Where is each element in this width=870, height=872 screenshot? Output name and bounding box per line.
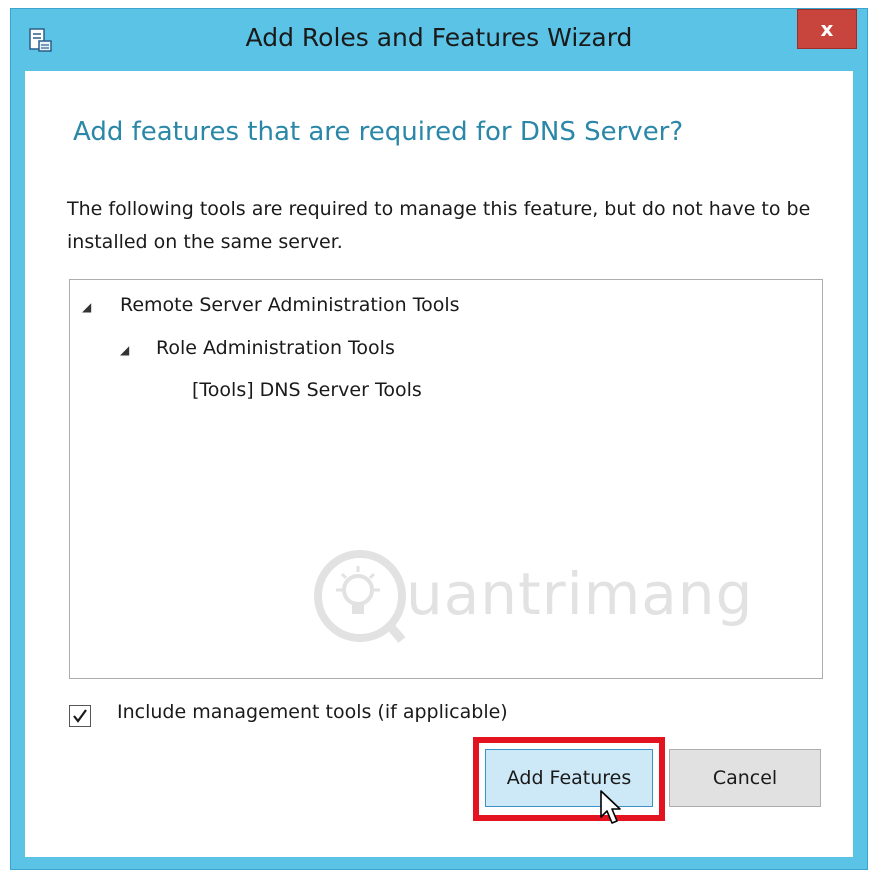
watermark-text: uantrimang bbox=[406, 560, 754, 628]
checkmark-icon bbox=[73, 709, 87, 723]
cancel-button[interactable]: Cancel bbox=[669, 749, 821, 807]
required-features-tree[interactable]: ◢ Remote Server Administration Tools ◢ R… bbox=[69, 279, 823, 679]
dialog-description: The following tools are required to mana… bbox=[67, 198, 811, 253]
include-management-tools-label[interactable]: Include management tools (if applicable) bbox=[117, 701, 508, 723]
expand-collapse-icon[interactable]: ◢ bbox=[120, 343, 129, 357]
tree-item-role-administration-tools[interactable]: Role Administration Tools bbox=[156, 337, 395, 359]
tree-item-remote-server-administration-tools[interactable]: Remote Server Administration Tools bbox=[120, 294, 460, 316]
tree-item-dns-server-tools[interactable]: [Tools] DNS Server Tools bbox=[192, 379, 422, 401]
include-management-tools-checkbox[interactable] bbox=[69, 705, 91, 727]
close-button[interactable]: x bbox=[797, 9, 857, 49]
dialog-heading: Add features that are required for DNS S… bbox=[73, 117, 684, 147]
expand-collapse-icon[interactable]: ◢ bbox=[82, 300, 91, 314]
title-bar[interactable]: Add Roles and Features Wizard x bbox=[11, 9, 867, 71]
lightbulb-logo-icon bbox=[314, 550, 406, 643]
mouse-pointer-icon bbox=[600, 790, 621, 824]
window-title: Add Roles and Features Wizard bbox=[245, 23, 633, 52]
watermark: uantrimang bbox=[310, 542, 770, 652]
wizard-window: Add Roles and Features Wizard x Add feat… bbox=[10, 8, 868, 870]
close-icon: x bbox=[820, 17, 834, 41]
add-features-button[interactable]: Add Features bbox=[485, 749, 653, 807]
dialog-content: Add features that are required for DNS S… bbox=[25, 71, 853, 857]
